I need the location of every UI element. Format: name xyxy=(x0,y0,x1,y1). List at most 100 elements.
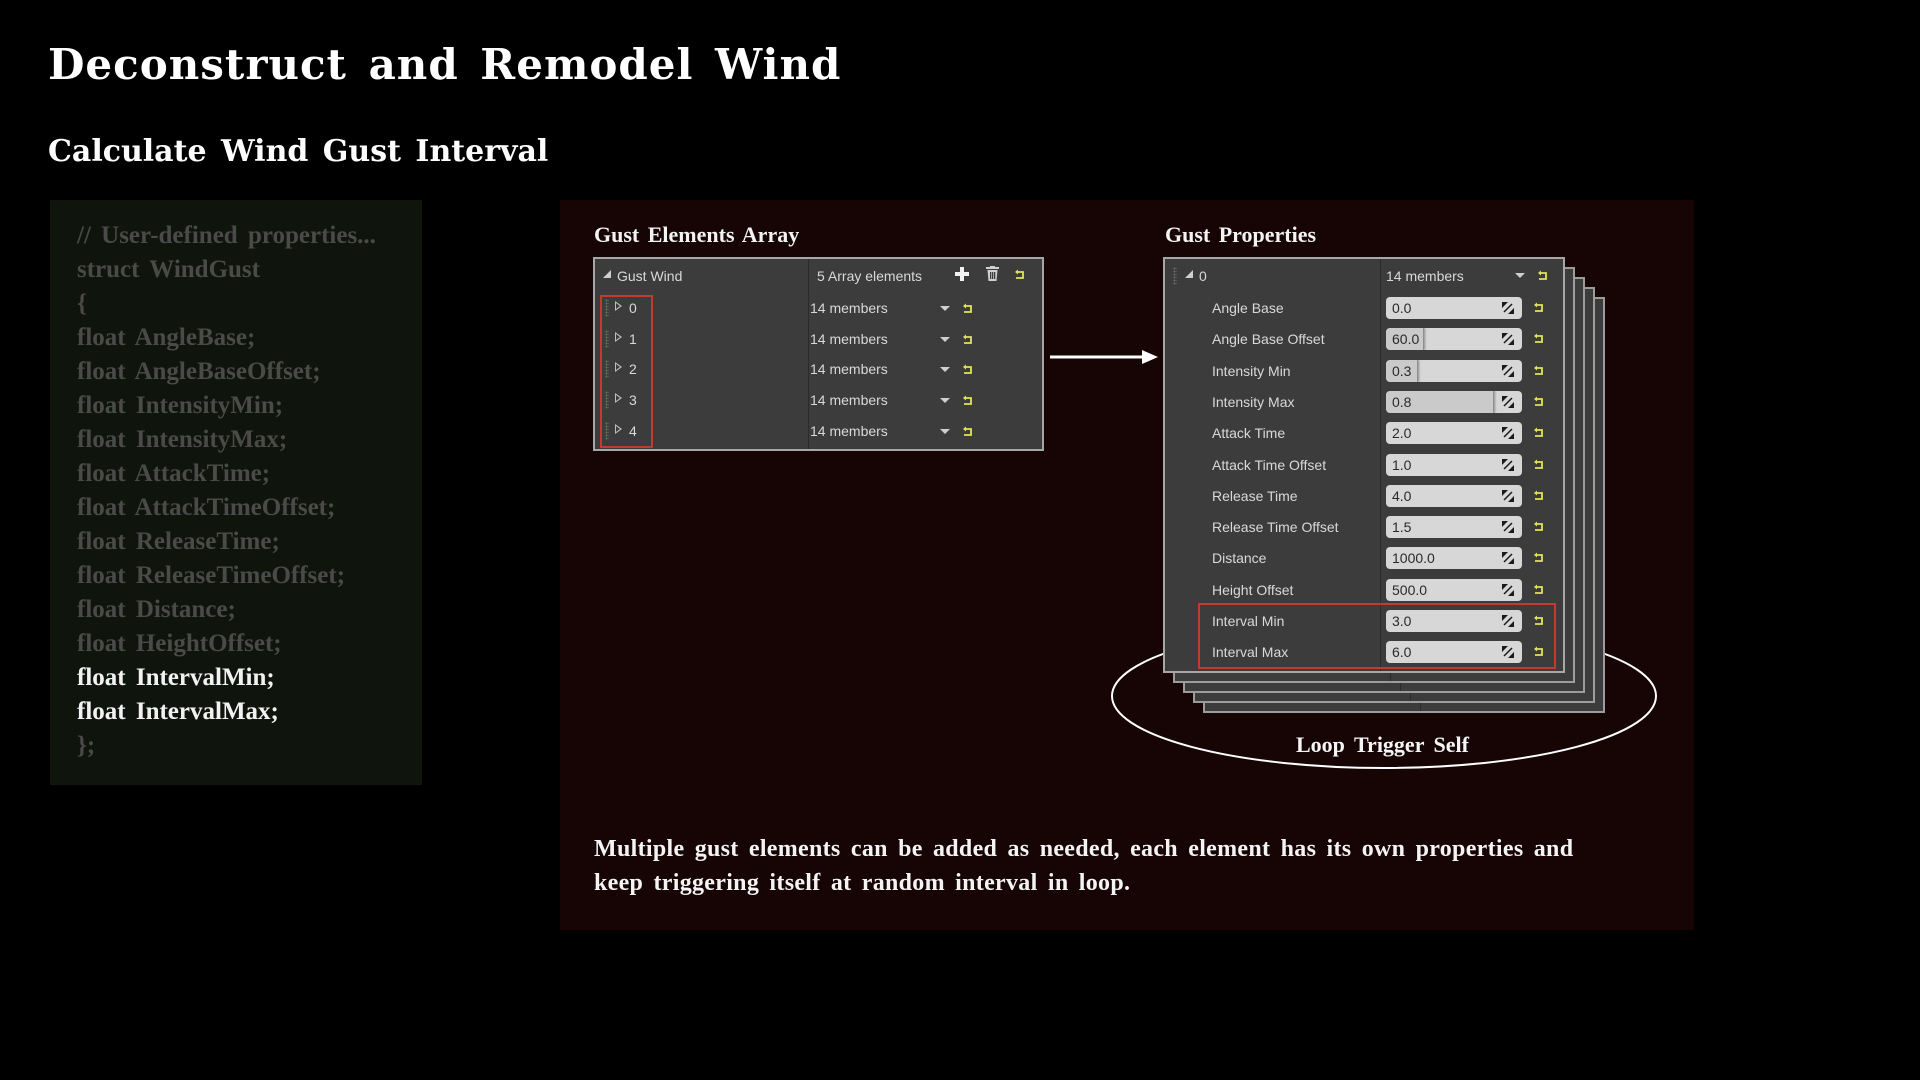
property-value-field[interactable]: 2.0 xyxy=(1386,422,1522,445)
drag-handle-icon[interactable] xyxy=(1173,267,1177,285)
code-line: float AngleBase; xyxy=(77,324,256,351)
reset-arrow-icon[interactable] xyxy=(1537,270,1549,282)
reset-arrow-icon[interactable] xyxy=(1533,552,1545,564)
property-value[interactable]: 2.0 xyxy=(1392,425,1411,441)
code-line: float IntervalMax; xyxy=(77,698,279,725)
expand-drag-icon[interactable] xyxy=(1502,302,1514,314)
array-element-row[interactable]: 0 14 members xyxy=(595,293,1042,323)
reset-arrow-icon[interactable] xyxy=(962,334,974,346)
element-members: 14 members xyxy=(810,361,888,378)
dropdown-arrow-icon[interactable] xyxy=(940,428,950,434)
reset-arrow-icon[interactable] xyxy=(1533,521,1545,533)
reset-arrow-icon[interactable] xyxy=(1014,269,1026,281)
property-value[interactable]: 1.0 xyxy=(1392,457,1411,473)
dropdown-arrow-icon[interactable] xyxy=(940,306,950,311)
element-index: 0 xyxy=(1199,268,1207,284)
property-row: Attack Time Offset 1.0 xyxy=(1165,450,1563,480)
property-row: Release Time 4.0 xyxy=(1165,481,1563,511)
property-value[interactable]: 4.0 xyxy=(1392,488,1411,504)
property-label: Distance xyxy=(1212,550,1267,567)
reset-arrow-icon[interactable] xyxy=(962,395,974,407)
property-row: Distance 1000.0 xyxy=(1165,543,1563,573)
reset-arrow-icon[interactable] xyxy=(1533,459,1545,471)
property-value[interactable]: 60.0 xyxy=(1392,331,1419,347)
collapse-triangle-icon[interactable] xyxy=(1185,270,1193,278)
array-count: 5 Array elements xyxy=(817,268,923,284)
array-element-row[interactable]: 4 14 members xyxy=(595,416,1042,446)
array-element-row[interactable]: 3 14 members xyxy=(595,385,1042,415)
property-value[interactable]: 1.5 xyxy=(1392,519,1411,535)
plus-icon[interactable] xyxy=(955,267,969,281)
code-panel: // User-defined properties... struct Wind… xyxy=(50,200,422,785)
reset-arrow-icon[interactable] xyxy=(1533,584,1545,596)
property-value[interactable]: 0.3 xyxy=(1392,363,1411,379)
interval-highlight-box xyxy=(1198,603,1556,669)
property-value-field[interactable]: 500.0 xyxy=(1386,578,1522,601)
dropdown-arrow-icon[interactable] xyxy=(940,367,950,373)
reset-arrow-icon[interactable] xyxy=(1533,333,1545,345)
property-value-field[interactable]: 0.8 xyxy=(1386,390,1522,413)
code-line: float HeightOffset; xyxy=(77,630,282,657)
property-value[interactable]: 500.0 xyxy=(1392,582,1427,598)
gust-properties-panel: 0 14 members Angle Base 0.0 Angle Base O… xyxy=(1163,257,1565,673)
reset-arrow-icon[interactable] xyxy=(1533,365,1545,377)
expand-drag-icon[interactable] xyxy=(1502,489,1514,502)
description-text: Multiple gust elements can be added as n… xyxy=(594,836,1574,896)
collapse-triangle-icon[interactable] xyxy=(603,270,611,278)
trash-icon[interactable] xyxy=(986,266,999,281)
code-line: float AttackTime; xyxy=(77,460,271,487)
elements-highlight-box xyxy=(600,295,653,448)
reset-arrow-icon[interactable] xyxy=(962,303,974,315)
expand-drag-icon[interactable] xyxy=(1502,364,1514,377)
property-value-field[interactable]: 0.3 xyxy=(1386,359,1522,382)
property-value[interactable]: 1000.0 xyxy=(1392,550,1435,566)
dropdown-arrow-icon[interactable] xyxy=(1515,273,1525,278)
element-members: 14 members xyxy=(810,330,888,347)
reset-arrow-icon[interactable] xyxy=(1533,396,1545,408)
gust-properties-label: Gust Properties xyxy=(1165,222,1317,247)
array-element-row[interactable]: 1 14 members xyxy=(595,324,1042,354)
property-value-field[interactable]: 4.0 xyxy=(1386,484,1522,507)
property-row: Angle Base 0.0 xyxy=(1165,293,1563,323)
expand-drag-icon[interactable] xyxy=(1502,552,1514,565)
property-value-field[interactable]: 1000.0 xyxy=(1386,547,1522,570)
element-members: 14 members xyxy=(810,392,888,409)
property-label: Attack Time Offset xyxy=(1212,456,1327,473)
element-members: 14 members xyxy=(810,300,888,316)
code-line: // User-defined properties... xyxy=(77,222,376,249)
section-subtitle: Calculate Wind Gust Interval xyxy=(48,134,549,169)
expand-drag-icon[interactable] xyxy=(1502,583,1514,596)
code-line: { xyxy=(77,290,87,317)
expand-drag-icon[interactable] xyxy=(1502,521,1514,534)
code-line: float IntervalMin; xyxy=(77,664,275,691)
property-label: Angle Base xyxy=(1212,300,1284,316)
property-value-field[interactable]: 1.5 xyxy=(1386,516,1522,539)
expand-drag-icon[interactable] xyxy=(1502,333,1514,346)
dropdown-arrow-icon[interactable] xyxy=(940,336,950,342)
array-element-row[interactable]: 2 14 members xyxy=(595,354,1042,384)
page-title: Deconstruct and Remodel Wind xyxy=(48,40,842,89)
reset-arrow-icon[interactable] xyxy=(1533,490,1545,502)
property-value[interactable]: 0.0 xyxy=(1392,300,1411,316)
property-label: Release Time xyxy=(1212,487,1298,504)
property-value-field[interactable]: 1.0 xyxy=(1386,453,1522,476)
loop-trigger-label: Loop Trigger Self xyxy=(1296,732,1469,757)
property-label: Release Time Offset xyxy=(1212,519,1339,536)
code-line: float ReleaseTime; xyxy=(77,528,280,555)
code-line: float IntensityMin; xyxy=(77,392,284,419)
property-value-field[interactable]: 60.0 xyxy=(1386,328,1522,351)
property-value[interactable]: 0.8 xyxy=(1392,394,1411,410)
element-members: 14 members xyxy=(1386,268,1464,284)
gust-wind-array-panel: Gust Wind 5 Array elements 0 14 members … xyxy=(593,257,1044,451)
expand-drag-icon[interactable] xyxy=(1502,427,1514,440)
reset-arrow-icon[interactable] xyxy=(962,364,974,376)
dropdown-arrow-icon[interactable] xyxy=(940,398,950,404)
property-label: Attack Time xyxy=(1212,425,1286,442)
reset-arrow-icon[interactable] xyxy=(962,426,974,438)
reset-arrow-icon[interactable] xyxy=(1533,302,1545,314)
expand-drag-icon[interactable] xyxy=(1502,395,1514,408)
expand-drag-icon[interactable] xyxy=(1502,458,1514,471)
property-value-field[interactable]: 0.0 xyxy=(1386,297,1522,319)
code-line: float AttackTimeOffset; xyxy=(77,494,336,521)
reset-arrow-icon[interactable] xyxy=(1533,427,1545,439)
